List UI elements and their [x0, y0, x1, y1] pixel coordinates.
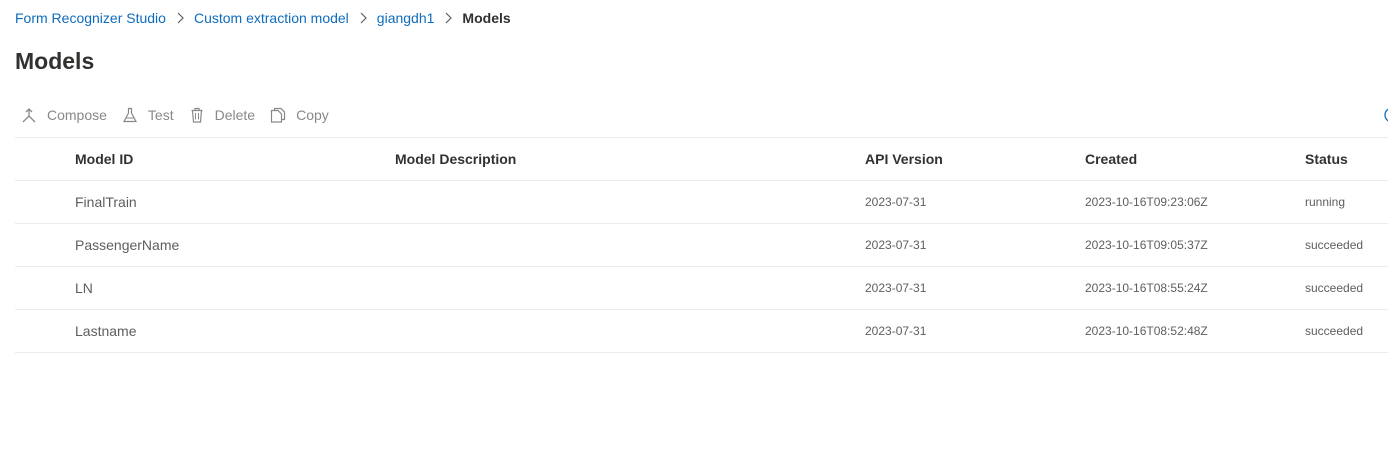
copy-button[interactable]: Copy [264, 101, 338, 129]
chevron-right-icon [349, 8, 377, 28]
column-header-description[interactable]: Model Description [395, 138, 516, 180]
compose-label: Compose [47, 107, 107, 123]
trash-icon [189, 107, 205, 123]
column-header-api-version[interactable]: API Version [865, 138, 943, 180]
table-row[interactable]: Lastname 2023-07-31 2023-10-16T08:52:48Z… [15, 310, 1388, 353]
command-bar: Compose Test Delete Copy [15, 101, 338, 129]
delete-button[interactable]: Delete [183, 101, 264, 129]
model-id-cell: FinalTrain [75, 194, 137, 210]
created-cell: 2023-10-16T09:05:37Z [1085, 238, 1208, 252]
api-version-cell: 2023-07-31 [865, 324, 927, 338]
breadcrumb: Form Recognizer Studio Custom extraction… [15, 8, 511, 28]
breadcrumb-current: Models [462, 10, 511, 26]
status-cell: succeeded [1305, 238, 1364, 252]
created-cell: 2023-10-16T08:52:48Z [1085, 324, 1208, 338]
chevron-right-icon [434, 8, 462, 28]
status-cell: succeeded [1305, 324, 1364, 338]
column-header-model-id[interactable]: Model ID [75, 138, 133, 180]
models-page: Form Recognizer Studio Custom extraction… [0, 0, 1388, 449]
breadcrumb-item-project[interactable]: giangdh1 [377, 10, 435, 26]
models-table: Model ID Model Description API Version C… [15, 137, 1388, 353]
created-cell: 2023-10-16T08:55:24Z [1085, 281, 1208, 295]
status-cell: succeeded [1305, 281, 1364, 295]
model-id-link[interactable]: Lastname [75, 310, 136, 352]
copy-label: Copy [296, 107, 329, 123]
table-header-row: Model ID Model Description API Version C… [15, 138, 1388, 181]
test-label: Test [147, 107, 174, 123]
info-icon[interactable] [1382, 105, 1388, 125]
page-title: Models [15, 48, 95, 74]
table-row[interactable]: PassengerName 2023-07-31 2023-10-16T09:0… [15, 224, 1388, 267]
table-body: FinalTrain 2023-07-31 2023-10-16T09:23:0… [15, 181, 1388, 353]
merge-icon [21, 107, 37, 123]
created-cell: 2023-10-16T09:23:06Z [1085, 195, 1208, 209]
api-version-cell: 2023-07-31 [865, 281, 927, 295]
status-cell: running [1305, 195, 1346, 209]
copy-icon [270, 107, 286, 123]
delete-label: Delete [214, 107, 256, 123]
beaker-icon [122, 107, 138, 123]
column-header-status[interactable]: Status [1305, 138, 1348, 180]
model-id-link[interactable]: PassengerName [75, 224, 179, 266]
model-id-link[interactable]: LN [75, 267, 93, 309]
table-row[interactable]: LN 2023-07-31 2023-10-16T08:55:24Z succe… [15, 267, 1388, 310]
column-header-created[interactable]: Created [1085, 138, 1137, 180]
breadcrumb-item-custom-extraction[interactable]: Custom extraction model [194, 10, 349, 26]
api-version-cell: 2023-07-31 [865, 238, 927, 252]
table-row[interactable]: FinalTrain 2023-07-31 2023-10-16T09:23:0… [15, 181, 1388, 224]
compose-button[interactable]: Compose [15, 101, 116, 129]
breadcrumb-item-studio[interactable]: Form Recognizer Studio [15, 10, 166, 26]
test-button[interactable]: Test [116, 101, 183, 129]
api-version-cell: 2023-07-31 [865, 195, 927, 209]
chevron-right-icon [166, 8, 194, 28]
